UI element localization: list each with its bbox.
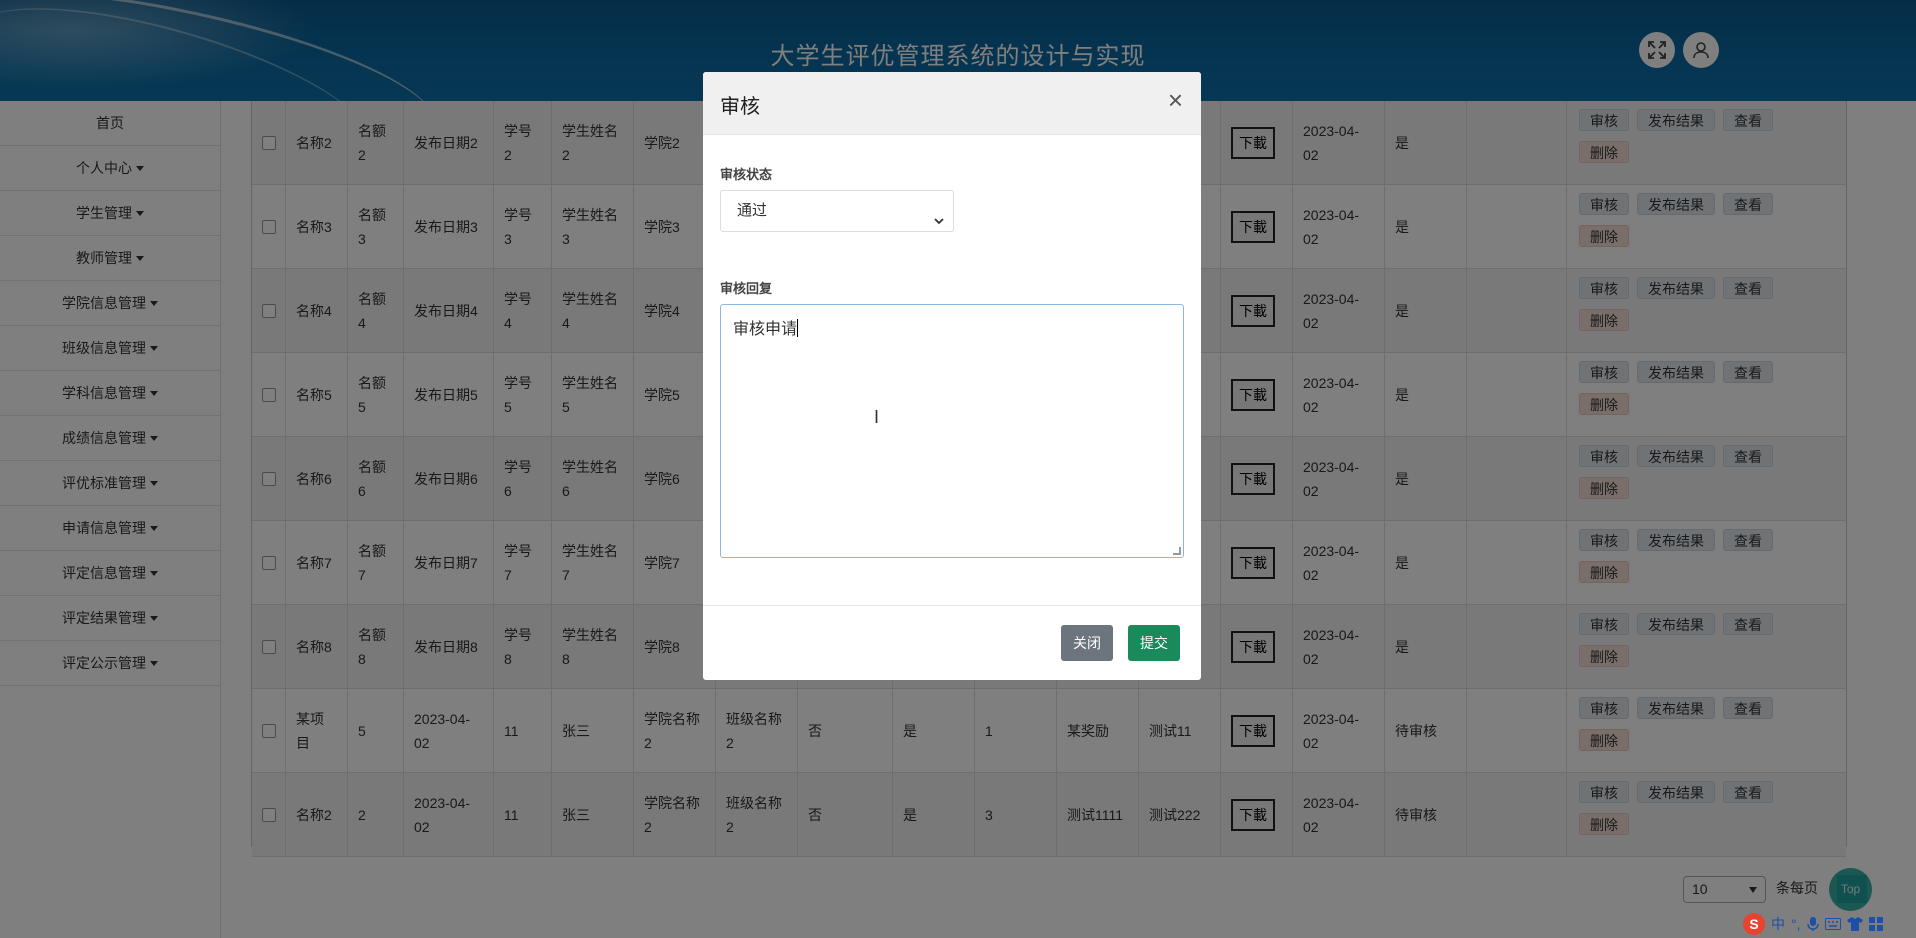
punctuation-icon[interactable]: °, [1791,916,1801,932]
close-icon[interactable]: × [1168,87,1183,113]
microphone-icon[interactable] [1806,917,1819,931]
text-cursor [797,319,799,337]
status-label: 审核状态 [720,167,773,182]
ime-language[interactable]: 中 [1771,914,1785,934]
chevron-down-icon [933,202,945,242]
grid-menu-icon[interactable] [1868,917,1883,931]
status-select-value: 通过 [737,202,768,219]
skin-icon[interactable] [1846,917,1863,931]
audit-modal: 审核 × 审核状态 通过 审核回复 审核申请 I 关闭 提交 [703,72,1201,680]
close-button[interactable]: 关闭 [1061,625,1113,661]
reply-label: 审核回复 [720,281,773,296]
status-select[interactable]: 通过 [720,190,954,232]
submit-button[interactable]: 提交 [1128,625,1180,661]
ibeam-cursor-icon: I [874,407,880,427]
ime-toolbar[interactable]: S 中 °, [1743,912,1883,936]
resize-handle-icon[interactable] [1173,547,1181,555]
ime-logo-icon: S [1743,913,1765,935]
keyboard-icon[interactable] [1824,918,1841,930]
modal-title: 审核 [720,96,760,118]
modal-footer: 关闭 提交 [703,605,1201,680]
reply-textarea[interactable]: 审核申请 I [720,304,1184,558]
reply-text: 审核申请 [733,321,798,338]
modal-header: 审核 × [703,72,1201,135]
